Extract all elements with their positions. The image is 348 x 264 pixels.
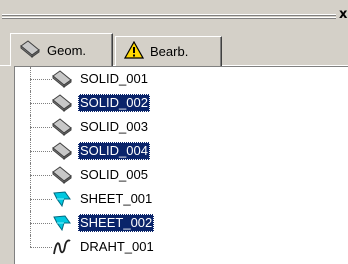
geometry-browser-panel: x Geom. Bearb. SOLID_001 SOLID_002 SOLID… <box>0 0 348 264</box>
tab-strip: Geom. Bearb. <box>0 32 348 66</box>
tree-item[interactable]: SOLID_005 <box>15 163 348 187</box>
solid-body-icon <box>19 39 41 61</box>
tree-item-label: SOLID_004 <box>78 142 150 160</box>
sheet-surface-icon <box>51 214 73 232</box>
tree-item-label: SHEET_001 <box>80 191 153 206</box>
tree-item-label: SOLID_003 <box>80 119 148 134</box>
tree-item[interactable]: SHEET_002 <box>15 211 348 235</box>
tree-item[interactable]: SOLID_003 <box>15 115 348 139</box>
solid-body-icon <box>51 142 73 161</box>
solid-body-icon <box>51 118 73 137</box>
sheet-surface-icon <box>51 190 73 208</box>
panel-titlebar[interactable]: x <box>0 0 348 28</box>
panel-grip[interactable] <box>2 14 336 19</box>
tree-item[interactable]: SHEET_001 <box>15 187 348 211</box>
tree-item-label: DRAHT_001 <box>80 239 154 254</box>
tab-bearb[interactable]: Bearb. <box>115 36 222 66</box>
geometry-tree: SOLID_001 SOLID_002 SOLID_003 SOLID_004 … <box>14 66 348 264</box>
tree-item[interactable]: SOLID_001 <box>15 67 348 91</box>
solid-body-icon <box>51 166 73 185</box>
close-button[interactable]: x <box>339 8 348 22</box>
tree-item[interactable]: SOLID_002 <box>15 91 348 115</box>
tab-geom[interactable]: Geom. <box>10 33 113 66</box>
tree-item-label: SOLID_001 <box>80 71 148 86</box>
tree-item[interactable]: DRAHT_001 <box>15 235 348 259</box>
tab-geom-label: Geom. <box>47 42 87 58</box>
tab-bearb-label: Bearb. <box>150 44 189 59</box>
warning-icon <box>123 40 145 62</box>
wire-curve-icon <box>51 238 73 256</box>
tree-item-label: SOLID_005 <box>80 167 148 182</box>
solid-body-icon <box>51 70 73 89</box>
tree-item-label: SOLID_002 <box>78 94 150 112</box>
tree-item-label: SHEET_002 <box>78 214 155 232</box>
tree-item[interactable]: SOLID_004 <box>15 139 348 163</box>
solid-body-icon <box>51 94 73 113</box>
